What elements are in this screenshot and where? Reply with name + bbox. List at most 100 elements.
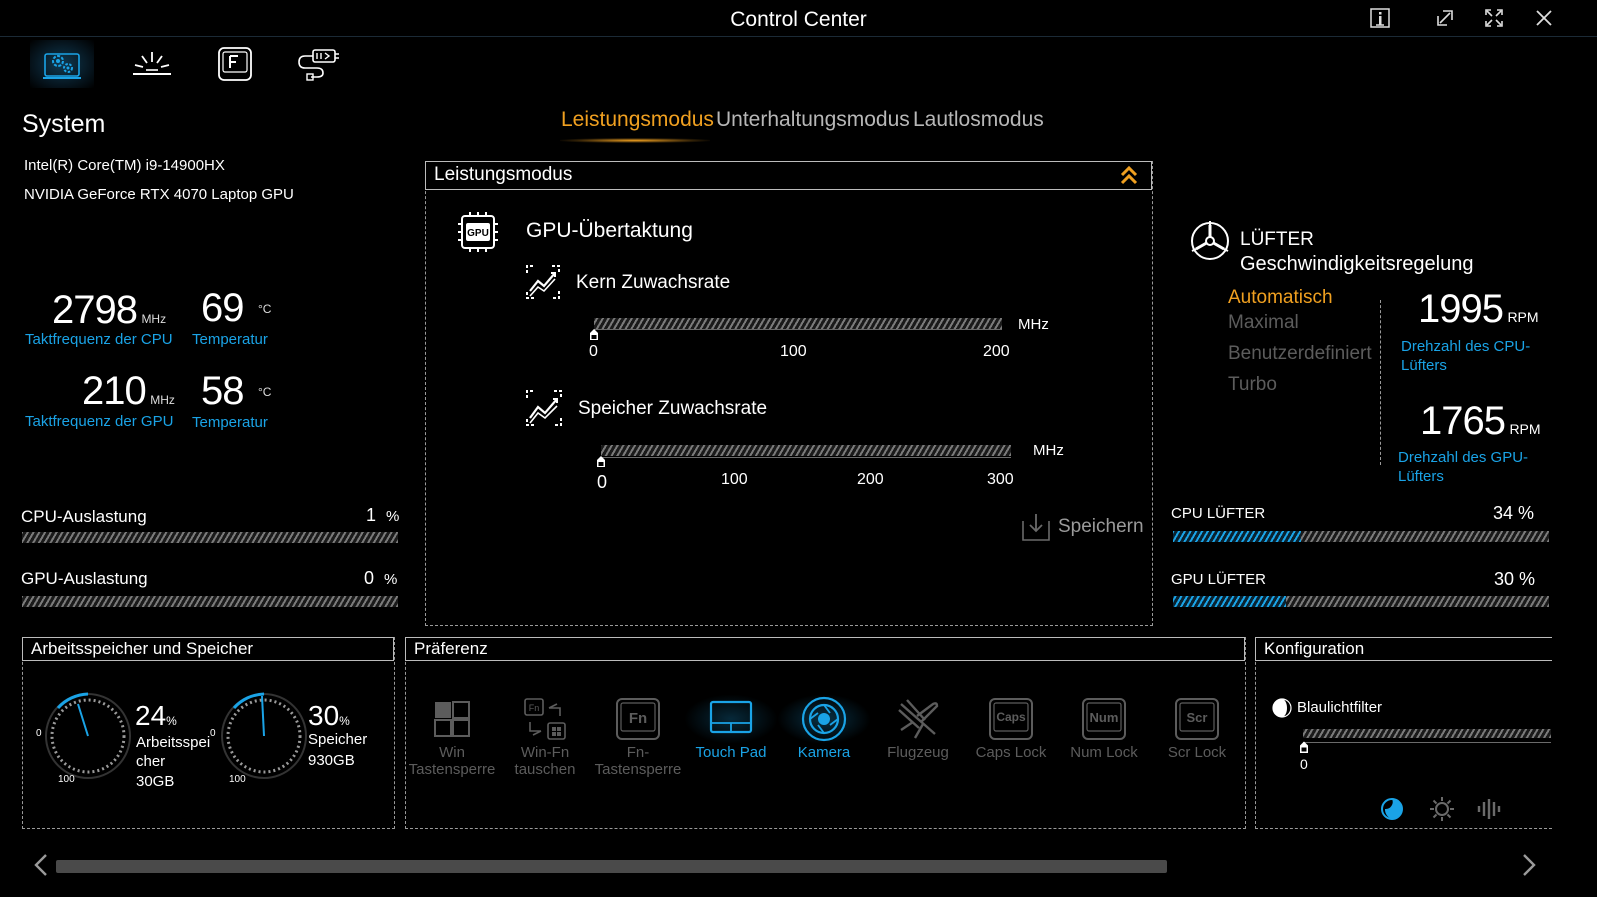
pref-airplane[interactable]: Flugzeug xyxy=(871,694,965,761)
storage-percent-value: 30 xyxy=(308,700,340,731)
memory-slider-baseline xyxy=(601,457,1011,458)
fan-mode-automatisch[interactable]: Automatisch xyxy=(1228,287,1333,309)
memory-tick-200: 200 xyxy=(857,471,884,488)
ram-label: Arbeitsspeicher xyxy=(136,734,211,770)
cpu-clock-unit: MHz xyxy=(141,312,167,326)
scroll-right-button[interactable] xyxy=(1520,853,1538,882)
gpu-temp-label: Temperatur xyxy=(192,414,268,431)
pref-caps-lock[interactable]: Caps Caps Lock xyxy=(964,694,1058,761)
usb-power-icon xyxy=(298,49,339,81)
bluelight-slider-track[interactable] xyxy=(1303,729,1551,738)
pref-caps-lock-label: Caps Lock xyxy=(975,744,1047,761)
save-button[interactable]: Speichern xyxy=(1020,511,1144,543)
ram-gauge xyxy=(42,690,134,787)
fan-mode-benutzerdefiniert[interactable]: Benutzerdefiniert xyxy=(1228,343,1372,365)
config-mode-day[interactable] xyxy=(1429,796,1455,827)
airplane-icon xyxy=(898,699,939,739)
storage-gauge xyxy=(218,690,310,787)
collapse-button[interactable] xyxy=(1118,164,1140,191)
bluelight-toggle-icon[interactable] xyxy=(1272,698,1292,723)
ram-size: 30GB xyxy=(136,773,175,790)
sun-icon xyxy=(1430,797,1454,821)
camera-icon xyxy=(801,696,847,742)
scroll-left-button[interactable] xyxy=(32,853,50,882)
memory-tick-300: 300 xyxy=(987,471,1014,488)
double-chevron-up-icon xyxy=(1120,165,1138,185)
nav-lighting[interactable] xyxy=(120,40,184,88)
bluelight-label: Blaulichtfilter xyxy=(1297,699,1383,716)
core-label: Kern Zuwachsrate xyxy=(576,272,731,293)
gpu-clock-readout: 210 MHz xyxy=(82,369,175,414)
close-button[interactable] xyxy=(1527,4,1561,32)
save-label: Speichern xyxy=(1058,516,1144,537)
storage-gauge-max: 100 xyxy=(229,774,246,785)
fan-mode-maximal[interactable]: Maximal xyxy=(1228,312,1299,334)
info-icon xyxy=(1370,8,1390,28)
maximize-button[interactable] xyxy=(1477,4,1511,32)
swap-fn-text: Fn xyxy=(529,703,540,713)
horizontal-scrollbar-thumb[interactable] xyxy=(56,860,1167,873)
num-key-text: Num xyxy=(1090,710,1119,725)
pref-win-fn-swap-label: Win-Fn tauschen xyxy=(514,744,576,778)
preference-panel-title: Präferenz xyxy=(414,639,488,658)
gpu-clock-value: 210 xyxy=(82,369,147,413)
gpu-chip-icon: GPU xyxy=(456,210,500,259)
pref-win-lock[interactable]: Win Tastensperre xyxy=(405,694,499,778)
cpu-rpm-label: Drehzahl des CPU-Lüfters xyxy=(1401,338,1531,374)
config-mode-audio[interactable] xyxy=(1476,797,1502,826)
restore-button[interactable] xyxy=(1428,4,1462,32)
gpu-fan-label: GPU LÜFTER xyxy=(1171,571,1267,588)
ram-percent-sign: % xyxy=(166,714,177,728)
fan-mode-turbo[interactable]: Turbo xyxy=(1228,374,1277,396)
caps-key-text: Caps xyxy=(996,710,1026,724)
gpu-name: NVIDIA GeForce RTX 4070 Laptop GPU xyxy=(24,186,294,203)
storage-size: 930GB xyxy=(308,752,355,769)
gpu-clock-unit: MHz xyxy=(150,393,175,407)
storage-gauge-min: 0 xyxy=(210,728,216,739)
pref-win-fn-swap[interactable]: Fn Win-Fn tauschen xyxy=(498,694,592,778)
cpu-temp-value: 69 xyxy=(201,286,244,330)
pref-camera[interactable]: Kamera xyxy=(777,694,871,761)
memory-slider-track[interactable] xyxy=(601,445,1011,456)
pref-touchpad[interactable]: Touch Pad xyxy=(684,694,778,761)
num-key-icon: Num xyxy=(1082,698,1126,740)
nav-usb-power[interactable] xyxy=(286,40,350,88)
fan-title-1: LÜFTER xyxy=(1240,229,1314,250)
gpu-temp-unit: °C xyxy=(257,385,272,399)
core-tick-100: 100 xyxy=(780,343,807,360)
memory-slider-handle[interactable] xyxy=(596,454,606,472)
gpu-oc-title: GPU-Übertaktung xyxy=(526,219,693,242)
tab-lautlosmodus[interactable]: Lautlosmodus xyxy=(913,108,1044,132)
info-button[interactable] xyxy=(1363,4,1397,32)
caps-key-icon: Caps xyxy=(989,698,1033,740)
memory-panel-title: Arbeitsspeicher und Speicher xyxy=(31,639,254,658)
cpu-rpm-unit: RPM xyxy=(1507,309,1539,325)
gpu-load-number: 0 xyxy=(364,568,375,588)
scr-key-text: Scr xyxy=(1187,710,1208,725)
nav-system-settings[interactable] xyxy=(30,40,94,88)
tab-unterhaltungsmodus[interactable]: Unterhaltungsmodus xyxy=(716,108,910,132)
cpu-rpm-value: 1995 xyxy=(1418,287,1504,331)
gear-icon xyxy=(43,53,81,79)
cpu-name: Intel(R) Core(TM) i9-14900HX xyxy=(24,157,225,174)
cpu-load-label: CPU-Auslastung xyxy=(21,507,147,526)
pref-num-lock[interactable]: Num Num Lock xyxy=(1057,694,1151,761)
pref-win-lock-label: Win Tastensperre xyxy=(408,744,496,778)
maximize-icon xyxy=(1485,9,1503,27)
core-chart-icon xyxy=(524,263,562,306)
core-slider-track[interactable] xyxy=(594,318,1002,329)
nav-function-keys[interactable] xyxy=(203,40,267,88)
bluelight-slider-baseline xyxy=(1303,742,1551,743)
memory-label: Speicher Zuwachsrate xyxy=(578,398,768,419)
ram-gauge-min: 0 xyxy=(36,728,42,739)
pref-fn-lock[interactable]: Fn Fn-Tastensperre xyxy=(591,694,685,778)
f-key-icon xyxy=(218,47,252,81)
config-mode-night[interactable] xyxy=(1380,797,1404,826)
bluelight-value: 0 xyxy=(1300,756,1308,772)
active-tab-indicator xyxy=(560,138,710,143)
pref-num-lock-label: Num Lock xyxy=(1070,744,1138,761)
config-panel-title: Konfiguration xyxy=(1264,639,1365,658)
gpu-load-label: GPU-Auslastung xyxy=(21,569,148,588)
tab-leistungsmodus[interactable]: Leistungsmodus xyxy=(561,108,714,132)
pref-scr-lock[interactable]: Scr Scr Lock xyxy=(1150,694,1244,761)
